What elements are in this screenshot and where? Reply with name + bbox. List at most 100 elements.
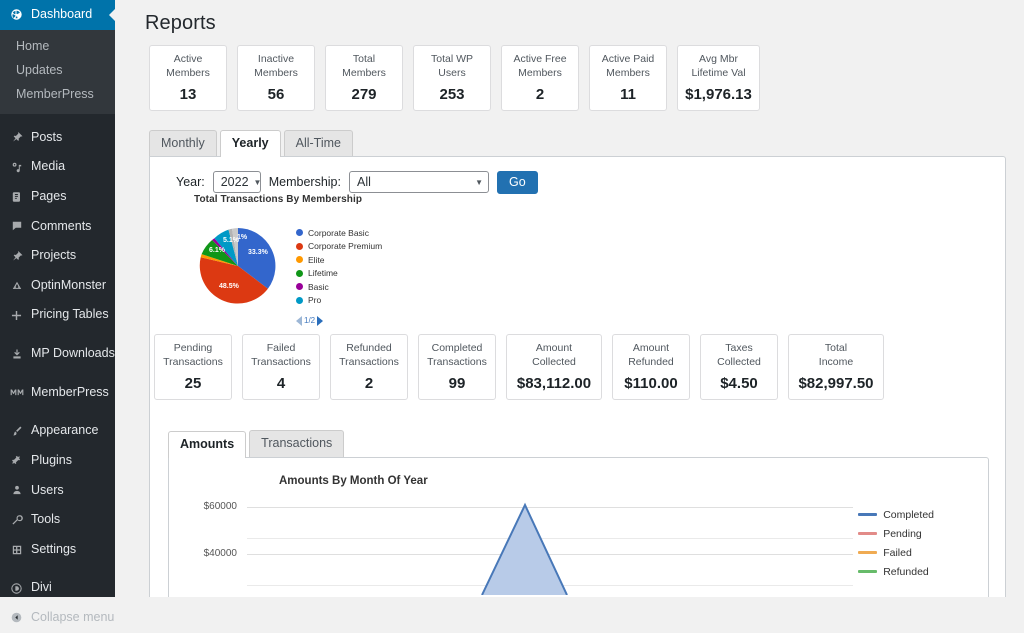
pie-slice-label-corporate-basic: 33.3% bbox=[248, 248, 268, 256]
year-select-value: 2022 bbox=[220, 175, 249, 190]
stat-value: 13 bbox=[179, 85, 197, 103]
sidebar-item-pages[interactable]: Pages bbox=[0, 182, 115, 212]
report-filter-bar: Year: 2022 ▼ Membership: All ▼ Go bbox=[150, 170, 1005, 194]
sidebar-item-tools[interactable]: Tools bbox=[0, 505, 115, 535]
tab-transactions[interactable]: Transactions bbox=[249, 429, 345, 457]
sidebar-item-label: Settings bbox=[31, 541, 77, 556]
sidebar-item-label: OptinMonster bbox=[31, 277, 107, 292]
stat-card-amount-collected: Amount Collected $83,112.00 bbox=[506, 333, 602, 400]
sidebar-item-plugins[interactable]: Plugins bbox=[0, 446, 115, 476]
tab-monthly[interactable]: Monthly bbox=[149, 129, 217, 156]
sidebar-item-appearance[interactable]: Appearance bbox=[0, 416, 115, 446]
stat-label-line2: Users bbox=[438, 66, 466, 79]
stat-value: $83,112.00 bbox=[516, 374, 592, 392]
stat-label-line2: Transactions bbox=[163, 355, 223, 368]
sidebar-item-comments[interactable]: Comments bbox=[0, 212, 115, 242]
stat-label-line1: Total bbox=[352, 53, 376, 65]
member-stats-row: Active Members 13 Inactive Members 56 To… bbox=[131, 45, 1008, 111]
settings-icon bbox=[9, 542, 24, 557]
prev-page-icon[interactable] bbox=[296, 315, 302, 326]
year-select[interactable]: 2022 ▼ bbox=[212, 171, 262, 194]
stat-card-failed-transactions: Failed Transactions 4 bbox=[242, 333, 320, 400]
stat-label-line1: Amount bbox=[535, 341, 573, 354]
pie-chart-legend: Corporate Basic Corporate Premium Elite … bbox=[296, 224, 382, 326]
stat-label-line2: Collected bbox=[717, 355, 761, 368]
amounts-chart-panel: Amounts By Month Of Year $60000 $40000 C… bbox=[168, 456, 989, 597]
pie-chart-pager[interactable]: 1/2 bbox=[296, 315, 382, 326]
stat-card-total-members: Total Members 279 bbox=[325, 45, 403, 111]
stat-label-line2: Transactions bbox=[251, 355, 311, 368]
sidebar-item-posts[interactable]: Posts bbox=[0, 123, 115, 153]
membership-select[interactable]: All ▼ bbox=[348, 171, 489, 194]
stat-label-line1: Total bbox=[824, 341, 848, 354]
chart-tabs: Amounts Transactions bbox=[150, 414, 1005, 458]
stat-card-refunded-transactions: Refunded Transactions 2 bbox=[330, 333, 408, 400]
stat-value: 11 bbox=[620, 85, 636, 103]
go-button[interactable]: Go bbox=[496, 170, 538, 194]
sidebar-item-label: MP Downloads bbox=[31, 346, 115, 360]
sidebar-item-label: Comments bbox=[31, 218, 92, 233]
submenu-item-updates[interactable]: Updates bbox=[0, 58, 115, 82]
legend-item-pro: Pro bbox=[296, 295, 382, 305]
sidebar-item-divi[interactable]: Divi bbox=[0, 573, 115, 603]
stat-label-line1: Active bbox=[173, 53, 203, 65]
amounts-chart-legend: Completed Pending Failed Refunded bbox=[858, 509, 934, 578]
pie-chart-title: Total Transactions By Membership bbox=[194, 193, 363, 205]
sidebar-item-label: Posts bbox=[31, 129, 63, 144]
legend-label: Elite bbox=[308, 254, 325, 265]
legend-line-icon bbox=[858, 551, 878, 555]
sidebar-item-label: Media bbox=[31, 159, 66, 174]
stat-card-total-wp-users: Total WP Users 253 bbox=[413, 45, 491, 111]
sidebar-item-settings[interactable]: Settings bbox=[0, 535, 115, 565]
sidebar-item-optinmonster[interactable]: OptinMonster bbox=[0, 271, 115, 301]
wrench-icon bbox=[9, 512, 24, 527]
legend-label: Failed bbox=[883, 546, 912, 559]
legend-item-corporate-premium: Corporate Premium bbox=[296, 241, 382, 251]
sidebar-item-media[interactable]: Media bbox=[0, 152, 115, 182]
sidebar-item-label: Plugins bbox=[31, 452, 72, 467]
pie-slice-label-lifetime: 6.1% bbox=[209, 246, 225, 254]
sidebar-item-users[interactable]: Users bbox=[0, 476, 115, 506]
year-label: Year: bbox=[176, 175, 205, 190]
stat-label-line1: Pending bbox=[173, 341, 213, 354]
tab-amounts[interactable]: Amounts bbox=[168, 430, 247, 458]
stat-card-completed-transactions: Completed Transactions 99 bbox=[418, 333, 496, 400]
stat-label-line1: Active Paid bbox=[601, 53, 655, 65]
sidebar-item-collapse-menu[interactable]: Collapse menu bbox=[0, 603, 115, 633]
legend-swatch-icon bbox=[296, 296, 303, 304]
legend-swatch-icon bbox=[296, 229, 303, 237]
submenu-item-memberpress[interactable]: MemberPress bbox=[0, 82, 115, 106]
legend-item-basic: Basic bbox=[296, 282, 382, 292]
optinmonster-icon bbox=[9, 278, 24, 293]
chevron-down-icon: ▼ bbox=[475, 177, 483, 187]
sidebar-item-projects[interactable]: Projects bbox=[0, 241, 115, 271]
stat-card-avg-member-lifetime-value: Avg Mbr Lifetime Val $1,976.13 bbox=[677, 45, 760, 111]
stat-value: 99 bbox=[448, 374, 466, 392]
next-page-icon[interactable] bbox=[317, 315, 324, 326]
stat-label-line2: Collected bbox=[532, 355, 576, 368]
sidebar-item-mp-downloads[interactable]: MP Downloads bbox=[0, 339, 115, 369]
stat-label-line2: Members bbox=[518, 66, 562, 79]
submenu-item-home[interactable]: Home bbox=[0, 34, 115, 58]
legend-label: Corporate Premium bbox=[308, 241, 383, 252]
legend-item-corporate-basic: Corporate Basic bbox=[296, 228, 382, 238]
sidebar-item-label: Divi bbox=[31, 580, 52, 595]
page-title: Reports bbox=[145, 12, 216, 34]
divi-icon bbox=[9, 581, 24, 596]
stat-value: 4 bbox=[276, 374, 286, 392]
y-axis-tick-40000: $40000 bbox=[203, 547, 237, 559]
pager-label: 1/2 bbox=[304, 316, 316, 326]
stat-value: $1,976.13 bbox=[685, 85, 752, 103]
tab-yearly[interactable]: Yearly bbox=[219, 129, 281, 157]
tab-all-time[interactable]: All-Time bbox=[283, 129, 353, 156]
stat-label-line1: Total WP bbox=[430, 53, 473, 65]
sidebar-item-dashboard[interactable]: Dashboard bbox=[0, 0, 116, 30]
sidebar-item-memberpress[interactable]: MemberPress bbox=[0, 378, 115, 408]
chevron-down-icon: ▼ bbox=[253, 177, 262, 187]
sidebar-item-pricing-tables[interactable]: Pricing Tables bbox=[0, 300, 115, 330]
pie-slice-label-other: 1% bbox=[237, 233, 248, 241]
y-axis-tick-60000: $60000 bbox=[203, 500, 237, 512]
stat-label-line2: Members bbox=[342, 66, 386, 79]
legend-line-icon bbox=[858, 513, 878, 517]
stat-value: 2 bbox=[364, 374, 374, 392]
